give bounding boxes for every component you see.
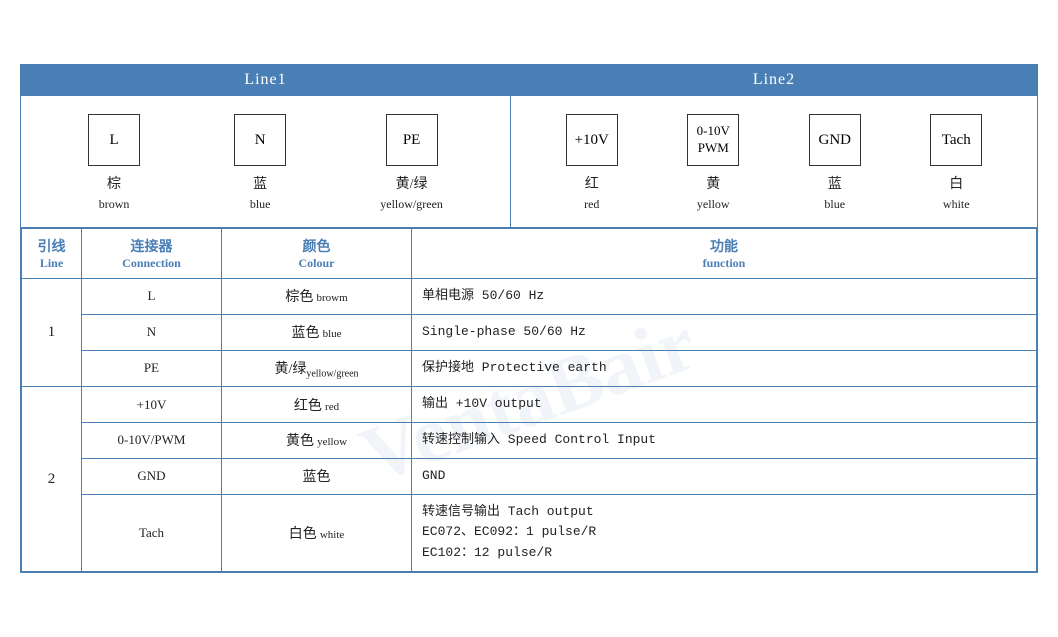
table-row: 1 L 棕色 browm 单相电源 50/60 Hz xyxy=(22,279,1037,315)
connector-label-GND: 蓝 blue xyxy=(824,174,845,213)
connector-box-GND: GND xyxy=(809,114,861,166)
func-PE: 保护接地 Protective earth xyxy=(412,350,1037,387)
conn-gnd: GND xyxy=(82,458,222,494)
connector-box-L: L xyxy=(88,114,140,166)
conn-pwm: 0-10V/PWM xyxy=(82,422,222,458)
header-line1: Line1 xyxy=(21,65,511,95)
line-number-1: 1 xyxy=(22,279,82,387)
th-conn: 连接器 Connection xyxy=(82,229,222,279)
conn-L: L xyxy=(82,279,222,315)
func-L: 单相电源 50/60 Hz xyxy=(412,279,1037,315)
func-pwm: 转速控制输入 Speed Control Input xyxy=(412,422,1037,458)
connector-N: N 蓝 blue xyxy=(234,114,286,213)
connector-label-PE: 黄/绿 yellow/green xyxy=(380,174,443,213)
table-row: N 蓝色 blue Single-phase 50/60 Hz xyxy=(22,314,1037,350)
table-row: 2 +10V 红色 red 输出 +10V output xyxy=(22,387,1037,423)
connector-GND: GND 蓝 blue xyxy=(809,114,861,213)
wiring-table: 引线 Line 连接器 Connection 颜色 Colour 功能 func… xyxy=(21,228,1037,572)
diagram-row: L 棕 brown N 蓝 blue PE 黄/绿 yellow/gree xyxy=(21,96,1037,228)
conn-tach: Tach xyxy=(82,494,222,571)
func-10V: 输出 +10V output xyxy=(412,387,1037,423)
connector-label-PWM: 黄 yellow xyxy=(697,174,730,213)
func-tach: 转速信号输出 Tach output EC072、EC092：1 pulse/R… xyxy=(412,494,1037,571)
func-N: Single-phase 50/60 Hz xyxy=(412,314,1037,350)
connector-10V: +10V 红 red xyxy=(566,114,618,213)
main-container: Line1 Line2 L 棕 brown N 蓝 blue xyxy=(20,64,1038,573)
connector-label-10V: 红 red xyxy=(584,174,599,213)
color-tach: 白色 white xyxy=(222,494,412,571)
header-line2: Line2 xyxy=(511,65,1037,95)
diagram-line2: +10V 红 red 0-10VPWM 黄 yellow GND 蓝 bl xyxy=(511,96,1037,227)
color-10V: 红色 red xyxy=(222,387,412,423)
conn-N: N xyxy=(82,314,222,350)
color-L: 棕色 browm xyxy=(222,279,412,315)
table-row: Tach 白色 white 转速信号输出 Tach output EC072、E… xyxy=(22,494,1037,571)
connector-label-L: 棕 brown xyxy=(99,174,130,213)
connector-L: L 棕 brown xyxy=(88,114,140,213)
table-row: 0-10V/PWM 黄色 yellow 转速控制输入 Speed Control… xyxy=(22,422,1037,458)
connector-Tach: Tach 白 white xyxy=(930,114,982,213)
table-wrapper: VentaBair 引线 Line 连接器 Connection 颜色 Colo… xyxy=(21,228,1037,572)
connector-label-Tach: 白 white xyxy=(943,174,970,213)
connector-box-Tach: Tach xyxy=(930,114,982,166)
table-row: PE 黄/绿yellow/green 保护接地 Protective earth xyxy=(22,350,1037,387)
th-color: 颜色 Colour xyxy=(222,229,412,279)
color-gnd: 蓝色 xyxy=(222,458,412,494)
color-N: 蓝色 blue xyxy=(222,314,412,350)
header-row: Line1 Line2 xyxy=(21,65,1037,96)
diagram-line1: L 棕 brown N 蓝 blue PE 黄/绿 yellow/gree xyxy=(21,96,511,227)
table-row: GND 蓝色 GND xyxy=(22,458,1037,494)
line-number-2: 2 xyxy=(22,387,82,572)
conn-PE: PE xyxy=(82,350,222,387)
connector-label-N: 蓝 blue xyxy=(250,174,271,213)
connector-box-10V: +10V xyxy=(566,114,618,166)
connector-box-N: N xyxy=(234,114,286,166)
th-line: 引线 Line xyxy=(22,229,82,279)
color-pwm: 黄色 yellow xyxy=(222,422,412,458)
connector-box-PWM: 0-10VPWM xyxy=(687,114,739,166)
conn-10V: +10V xyxy=(82,387,222,423)
color-PE: 黄/绿yellow/green xyxy=(222,350,412,387)
connector-box-PE: PE xyxy=(386,114,438,166)
connector-PE: PE 黄/绿 yellow/green xyxy=(380,114,443,213)
connector-PWM: 0-10VPWM 黄 yellow xyxy=(687,114,739,213)
th-func: 功能 function xyxy=(412,229,1037,279)
func-gnd: GND xyxy=(412,458,1037,494)
